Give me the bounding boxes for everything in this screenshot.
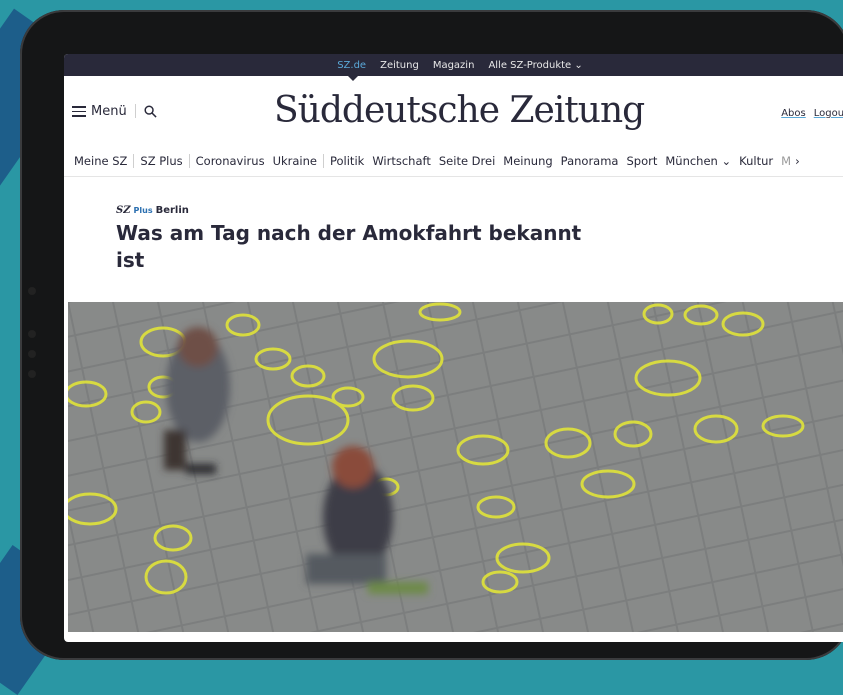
site-header: Menü Süddeutsche Zeitung Abos Logout [64,76,843,146]
camera-dot [28,350,36,358]
nav-item-more[interactable]: M [777,154,795,168]
topbar-link-sz[interactable]: SZ.de [337,60,366,71]
nav-divider [322,154,324,168]
nav-item-ukraine[interactable]: Ukraine [269,154,321,168]
nav-item-meinung[interactable]: Meinung [499,154,556,168]
article-photo[interactable] [68,302,843,632]
nav-divider [133,154,135,168]
site-logo[interactable]: Süddeutsche Zeitung [274,90,645,131]
nav-item-kultur[interactable]: Kultur [735,154,777,168]
abos-link[interactable]: Abos [781,108,806,119]
nav-item-panorama[interactable]: Panorama [557,154,623,168]
article-teaser: SZ Plus Berlin Was am Tag nach der Amokf… [64,177,843,274]
article-headline[interactable]: Was am Tag nach der Amokfahrt bekannt is… [116,220,586,274]
sz-plus-logo: SZ [116,205,131,216]
search-icon[interactable] [144,105,157,118]
sz-plus-label: Plus [133,206,153,215]
nav-item-coronavirus[interactable]: Coronavirus [192,154,269,168]
top-links-bar: SZ.de Zeitung Magazin Alle SZ-Produkte ⌄ [64,54,843,81]
nav-item-muenchen[interactable]: München ⌄ [661,154,735,168]
topbar-link-magazin[interactable]: Magazin [433,60,475,71]
nav-item-meine-sz[interactable]: Meine SZ [70,154,131,168]
camera-dot [28,330,36,338]
chevron-down-icon: ⌄ [721,154,732,168]
browser-screen: SZ.de Zeitung Magazin Alle SZ-Produkte ⌄… [64,54,843,642]
camera-dot [28,287,36,295]
menu-area: Menü [72,103,157,120]
nav-item-politik[interactable]: Politik [326,154,368,168]
divider [134,104,136,119]
logout-link[interactable]: Logout [814,108,843,119]
nav-item-sz-plus[interactable]: SZ Plus [136,154,186,168]
account-links: Abos Logout [781,108,843,119]
nav-item-wirtschaft[interactable]: Wirtschaft [368,154,435,168]
article-section: Berlin [155,205,189,216]
hamburger-icon[interactable] [72,103,86,120]
nav-divider [188,154,190,168]
chevron-down-icon: ⌄ [574,59,583,71]
tablet-frame: SZ.de Zeitung Magazin Alle SZ-Produkte ⌄… [20,10,843,660]
nav-item-sport[interactable]: Sport [622,154,661,168]
nav-item-seite-drei[interactable]: Seite Drei [435,154,499,168]
section-nav: Meine SZ SZ Plus Coronavirus Ukraine Pol… [64,146,843,177]
topbar-link-zeitung[interactable]: Zeitung [380,60,419,71]
camera-dot [28,370,36,378]
chevron-right-icon[interactable]: › [795,154,800,168]
topbar-link-products[interactable]: Alle SZ-Produkte ⌄ [488,60,582,71]
article-kicker: SZ Plus Berlin [116,205,843,216]
menu-button[interactable]: Menü [91,104,127,119]
